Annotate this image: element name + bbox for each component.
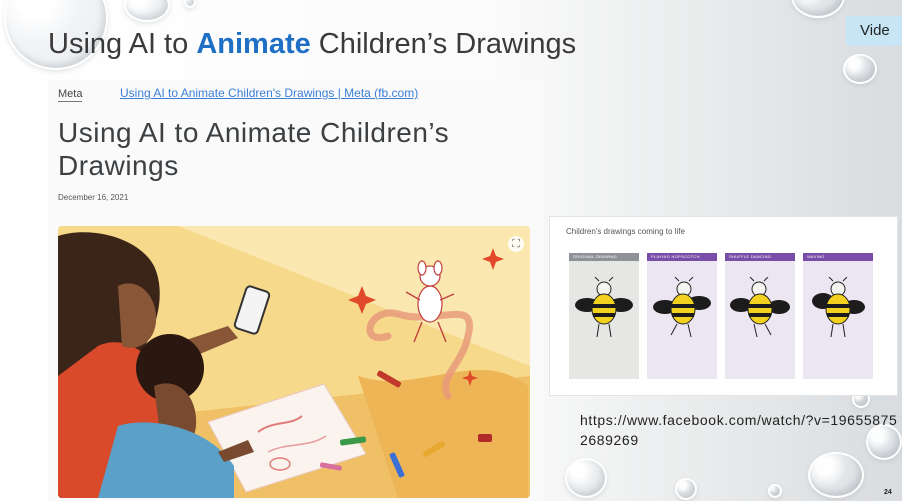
article-headline: Using AI to Animate Children’s Drawings (58, 117, 450, 181)
family-drawing-illustration (58, 226, 530, 498)
frame-label-waving: Waving (803, 253, 873, 261)
slide-title-accent: Animate (196, 28, 311, 60)
demo-panel: Children's drawings coming to life Origi… (549, 216, 898, 396)
frame-card-original: Original drawing (569, 253, 639, 379)
bee-drawing-icon (812, 277, 865, 338)
bubble-decoration (808, 452, 864, 498)
hero-illustration (58, 226, 530, 498)
meta-brand-label: Meta (58, 88, 83, 102)
demo-caption: Children's drawings coming to life (566, 227, 685, 236)
article-link[interactable]: Using AI to Animate Children's Drawings … (120, 86, 418, 100)
bubble-decoration (675, 478, 697, 500)
bubble-decoration (565, 458, 607, 498)
bubble-decoration (184, 0, 196, 8)
bubble-decoration (124, 0, 170, 22)
frame-card-waving: Waving (803, 253, 873, 379)
frame-card-hopscotch: Playing hopscotch (647, 253, 717, 379)
video-url-link[interactable]: https://www.facebook.com/watch/?v=196558… (580, 410, 900, 450)
bee-drawing-icon (575, 277, 633, 338)
bee-drawing-icon (653, 277, 711, 338)
slide-title-prefix: Using AI to (48, 28, 197, 60)
bubble-decoration (843, 54, 877, 84)
page-number: 24 (884, 489, 892, 496)
frame-label-hopscotch: Playing hopscotch (647, 253, 717, 261)
bubble-decoration (768, 484, 782, 498)
frame-label-shuffle: Shuffle dancing (725, 253, 795, 261)
bubble-decoration (791, 0, 845, 18)
frame-label-original: Original drawing (569, 253, 639, 261)
frame-card-shuffle: Shuffle dancing (725, 253, 795, 379)
expand-icon[interactable]: ⛶ (508, 236, 524, 252)
article-date: December 16, 2021 (58, 193, 129, 202)
slide-title: Using AI to Animate Children’s Drawings (48, 28, 576, 61)
video-tab[interactable]: Vide (846, 16, 902, 46)
bee-drawing-icon (730, 277, 790, 338)
slide-title-suffix: Children’s Drawings (310, 28, 577, 60)
